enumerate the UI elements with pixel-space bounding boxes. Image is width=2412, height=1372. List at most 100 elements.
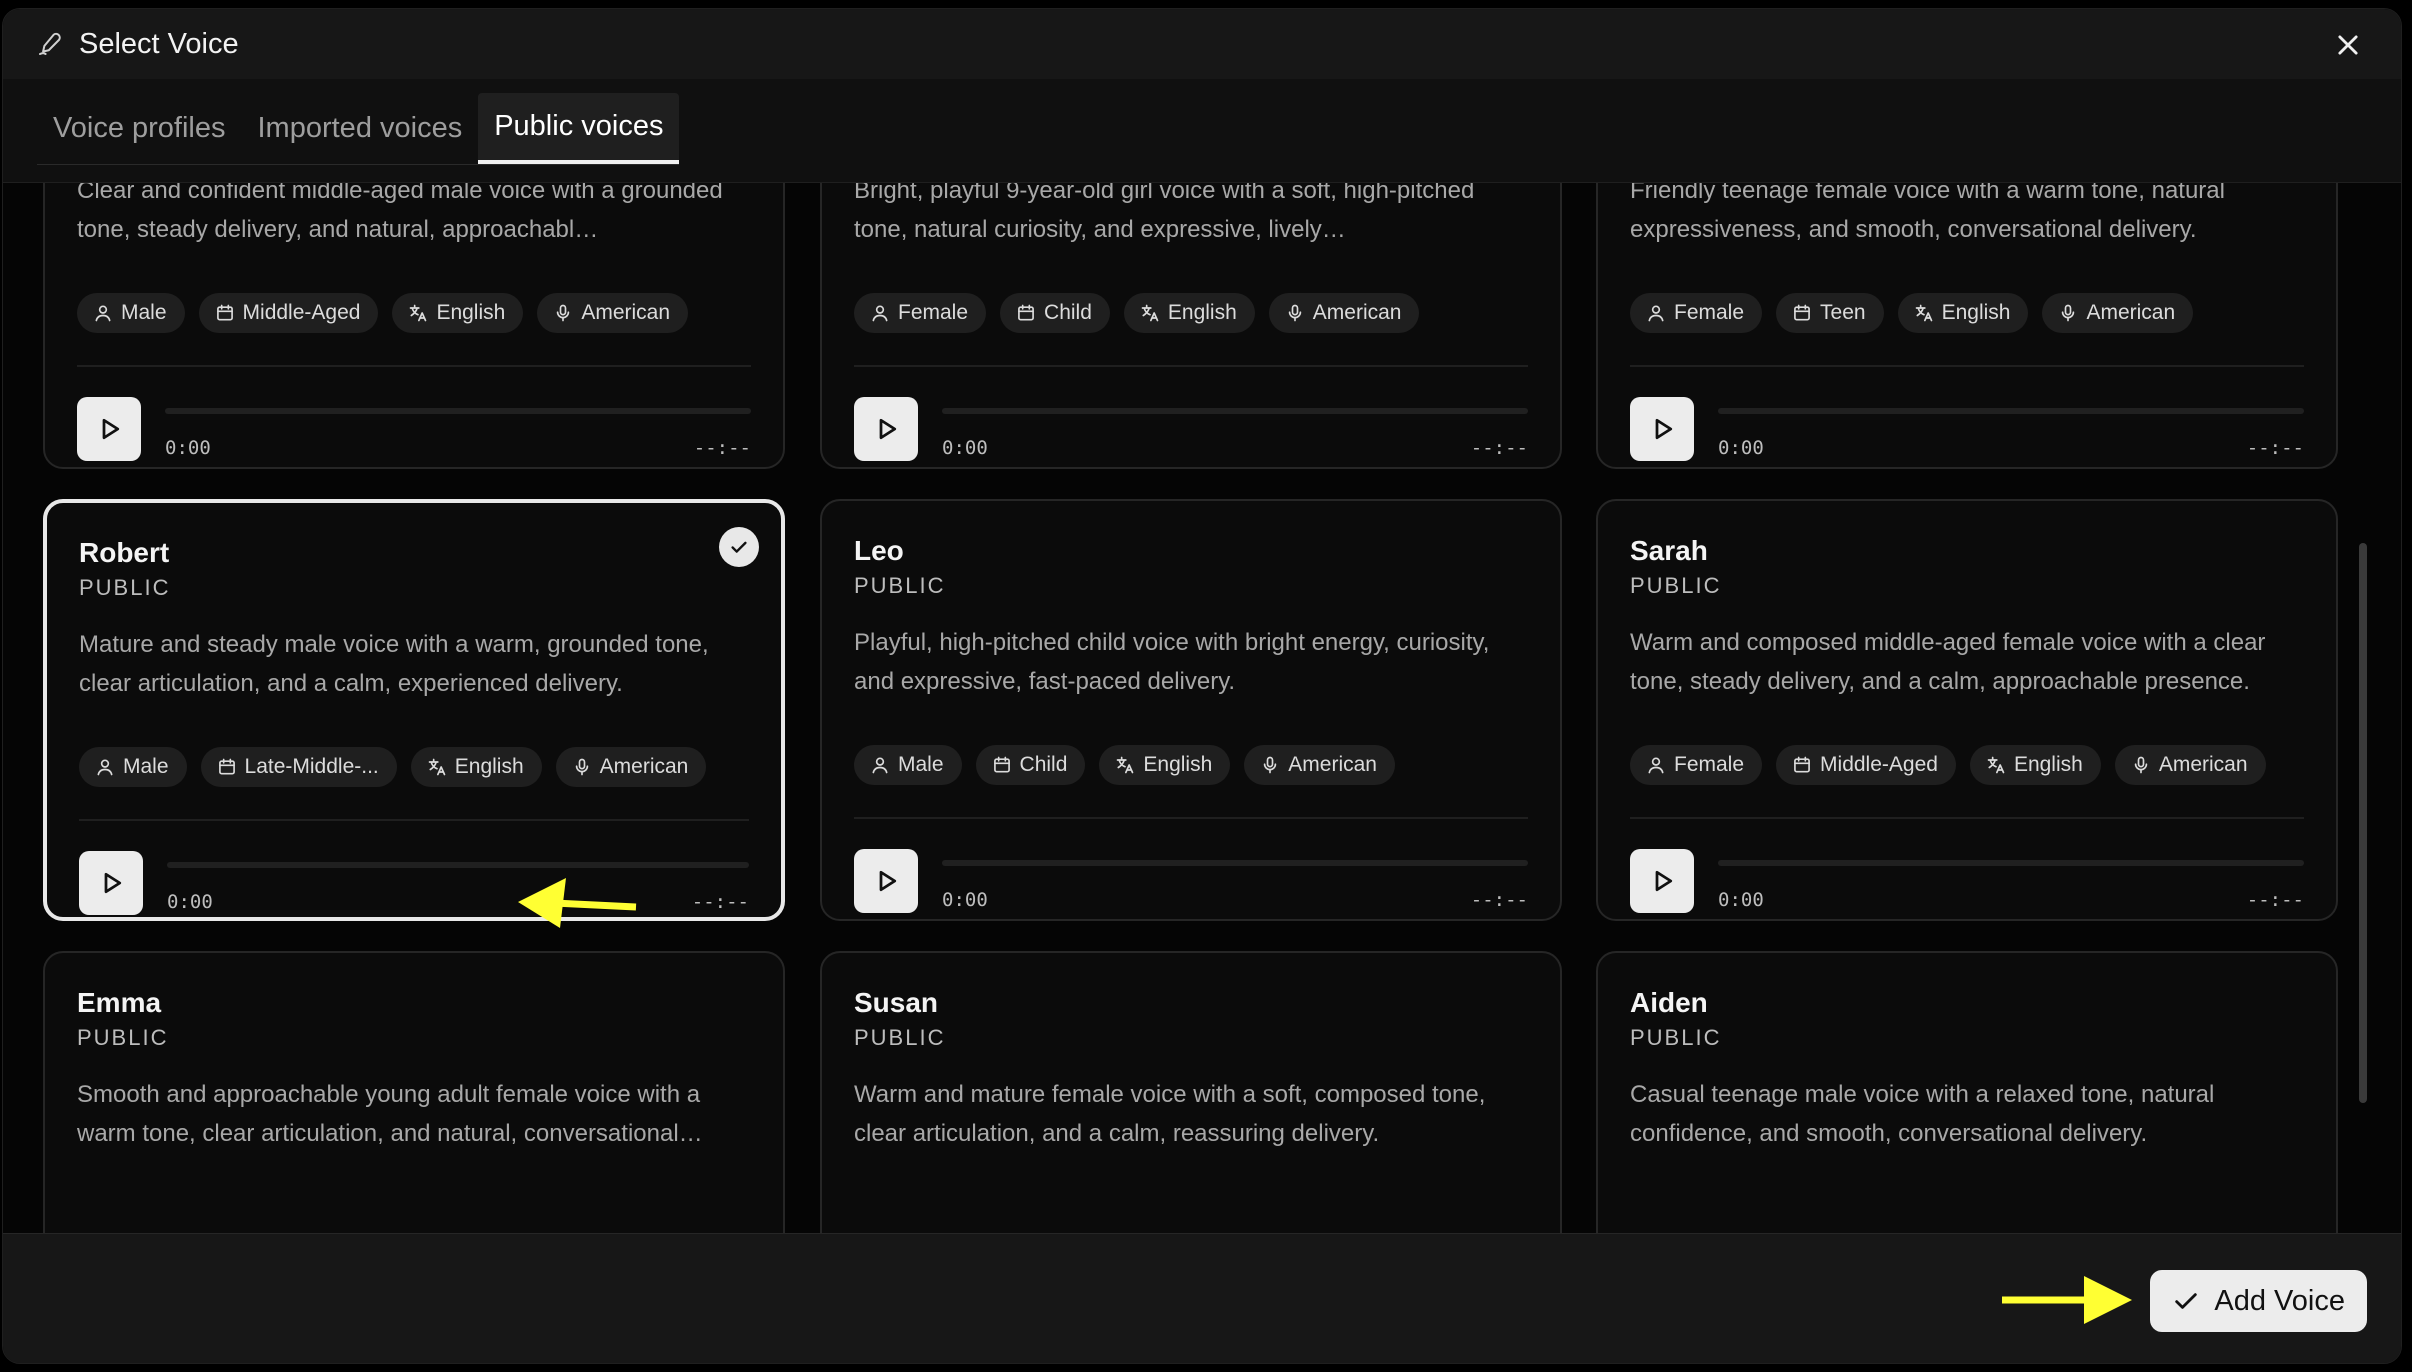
play-button[interactable]: [854, 849, 918, 913]
audio-progress-track[interactable]: [1718, 408, 2304, 414]
add-voice-label: Add Voice: [2214, 1284, 2345, 1317]
voice-card[interactable]: PUBLICClear and confident middle-aged ma…: [43, 183, 785, 469]
voice-visibility: PUBLIC: [1630, 573, 1722, 598]
voice-card[interactable]: Susan PUBLIC Warm and mature female voice …: [820, 951, 1562, 1239]
voice-tag-label: Male: [123, 755, 169, 778]
voice-card[interactable]: PUBLICFriendly teenage female voice with…: [1596, 183, 2338, 469]
voice-tag: Child: [1000, 293, 1110, 333]
translate-icon: [408, 303, 428, 323]
voice-card[interactable]: Aiden PUBLIC Casual teenage male voice wit…: [1596, 951, 2338, 1239]
voice-card-body: PUBLICClear and confident middle-aged ma…: [77, 183, 751, 467]
voice-tag-label: Middle-Aged: [242, 301, 361, 324]
voice-tag: Male: [79, 747, 187, 787]
voice-description: Friendly teenage female voice with a war…: [1630, 183, 2225, 243]
close-icon: [2338, 35, 2358, 55]
audio-current-time: 0:00: [1718, 437, 1764, 459]
audio-progress-track[interactable]: [165, 408, 751, 414]
play-button[interactable]: [79, 851, 143, 915]
voice-tag: Female: [1630, 745, 1763, 785]
tab-voice-profiles[interactable]: Voice profiles: [37, 93, 242, 164]
voice-tag: Female: [854, 293, 987, 333]
scrollbar[interactable]: [2359, 543, 2367, 1103]
translate-icon: [1115, 755, 1135, 775]
voice-card-body: Susan PUBLIC Warm and mature female voice …: [854, 953, 1528, 1239]
check-icon: [731, 541, 747, 553]
tab-public-voices[interactable]: Public voices: [478, 93, 680, 164]
play-button[interactable]: [77, 397, 141, 461]
microphone-icon: [2058, 303, 2078, 323]
play-button[interactable]: [1630, 849, 1694, 913]
voice-card-body: Sarah PUBLIC Warm and composed middle-aged…: [1630, 501, 2304, 919]
audio-duration: --:--: [1470, 889, 1528, 911]
voice-grid[interactable]: PUBLIC Clear and confident middle-aged ma…: [3, 183, 2401, 1239]
translate-icon: [1140, 303, 1160, 323]
annotation-arrow-left: [518, 878, 637, 928]
audio-player: 0:00 --:--: [854, 397, 1528, 463]
voice-tag-label: English: [454, 755, 524, 778]
voice-tag-label: English: [2013, 753, 2083, 776]
translate-icon: [1914, 303, 1934, 323]
voice-tag-label: English: [436, 301, 506, 324]
voice-tags: Female Teen English American: [1630, 293, 2194, 333]
close-button[interactable]: [2331, 28, 2365, 62]
calendar-icon: [215, 303, 235, 323]
audio-progress-track[interactable]: [167, 862, 749, 868]
voice-tag-label: Teen: [1820, 301, 1866, 324]
audio-player: 0:00 --:--: [77, 397, 751, 463]
voice-card[interactable]: Leo PUBLIC Playful, high-pitched child voi…: [820, 499, 1562, 921]
voice-visibility: PUBLIC: [854, 1025, 946, 1050]
translate-icon: [1986, 755, 2006, 775]
tab-imported-voices[interactable]: Imported voices: [242, 93, 479, 164]
voice-card-body: Robert PUBLIC Mature and steady male voice…: [79, 503, 749, 917]
voice-tag: Male: [77, 293, 185, 333]
audio-progress-track[interactable]: [1718, 860, 2304, 866]
tabs-bar: Voice profiles Imported voices Public vo…: [3, 79, 2401, 183]
annotation-arrow-right: [2002, 1276, 2132, 1324]
voice-tag: Female: [1630, 293, 1763, 333]
voice-card[interactable]: PUBLICBright, playful 9-year-old girl vo…: [820, 183, 1562, 469]
voice-tag: Middle-Aged: [1776, 745, 1956, 785]
calendar-icon: [1792, 303, 1812, 323]
dialog-title: Select Voice: [79, 27, 239, 60]
play-button[interactable]: [1630, 397, 1694, 461]
voice-card-body: Aiden PUBLIC Casual teenage male voice wit…: [1630, 953, 2304, 1239]
voice-tag-label: American: [2158, 753, 2248, 776]
audio-player: 0:00 --:--: [1630, 849, 2304, 915]
voice-tag-label: Male: [121, 301, 167, 324]
voice-tags: Female Child English American: [854, 293, 1420, 333]
audio-progress-track[interactable]: [942, 860, 1528, 866]
person-icon: [1646, 303, 1666, 323]
dialog-titlebar: Select Voice: [3, 9, 2401, 79]
voice-tag-label: Child: [1019, 753, 1068, 776]
voice-name: Susan: [854, 987, 939, 1018]
audio-progress-track[interactable]: [942, 408, 1528, 414]
voice-source-tabs: Voice profiles Imported voices Public vo…: [37, 93, 680, 165]
add-voice-button[interactable]: Add Voice: [2150, 1270, 2367, 1332]
play-button[interactable]: [854, 397, 918, 461]
voice-tag: Child: [975, 745, 1086, 785]
play-icon: [879, 418, 897, 440]
voice-tag: English: [1099, 745, 1231, 785]
card-divider: [79, 819, 749, 821]
voice-name: Robert: [79, 537, 170, 568]
voice-card-body: PUBLICFriendly teenage female voice with…: [1630, 183, 2304, 467]
voice-visibility: PUBLIC: [77, 1025, 169, 1050]
voice-tag: English: [1897, 293, 2029, 333]
voice-card-body: Leo PUBLIC Playful, high-pitched child voi…: [854, 501, 1528, 919]
person-icon: [1646, 755, 1666, 775]
voice-pen-icon: [35, 29, 65, 59]
voice-description: Mature and steady male voice with a warm…: [79, 631, 709, 697]
voice-tag: Late-Middle-...: [200, 747, 397, 787]
voice-name: Leo: [854, 535, 904, 566]
voice-card[interactable]: Emma PUBLIC Smooth and approachable young …: [43, 951, 785, 1239]
voice-tags: Male Middle-Aged English American: [77, 293, 689, 333]
voice-tags: Female Middle-Aged English American: [1630, 745, 2266, 785]
voice-card[interactable]: Robert PUBLIC Mature and steady male voice…: [43, 499, 785, 921]
play-icon: [104, 872, 122, 894]
voice-tag-label: English: [1167, 301, 1237, 324]
voice-card[interactable]: Sarah PUBLIC Warm and composed middle-aged…: [1596, 499, 2338, 921]
audio-duration: --:--: [691, 891, 749, 913]
voice-tag-label: American: [599, 755, 689, 778]
scrollbar-thumb[interactable]: [2359, 543, 2367, 1103]
audio-current-time: 0:00: [942, 889, 988, 911]
